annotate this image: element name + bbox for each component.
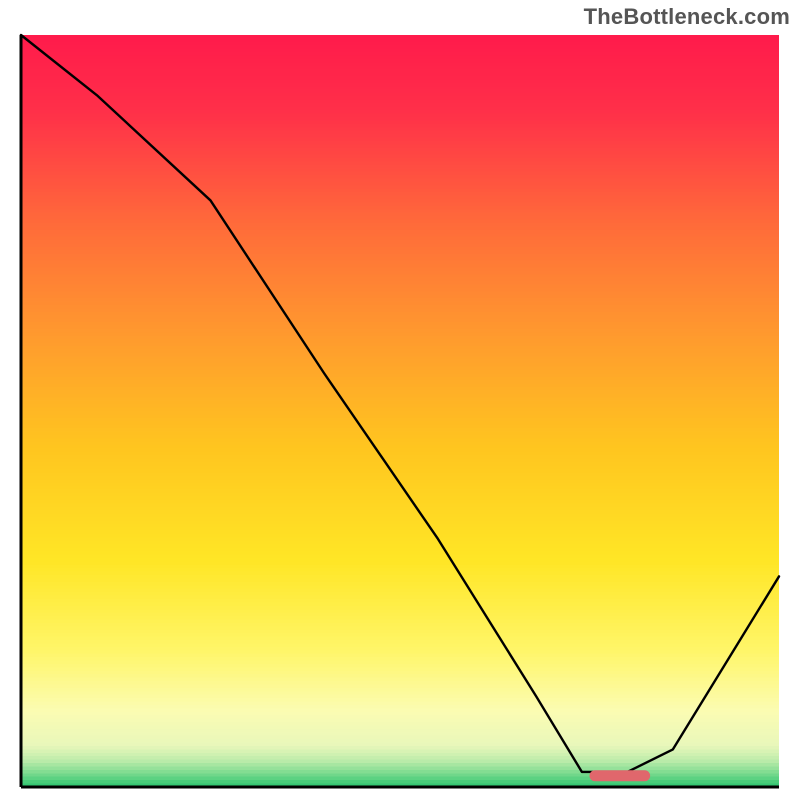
watermark-label: TheBottleneck.com (584, 4, 790, 30)
bottleneck-chart (18, 32, 782, 790)
optimal-marker (590, 770, 651, 781)
